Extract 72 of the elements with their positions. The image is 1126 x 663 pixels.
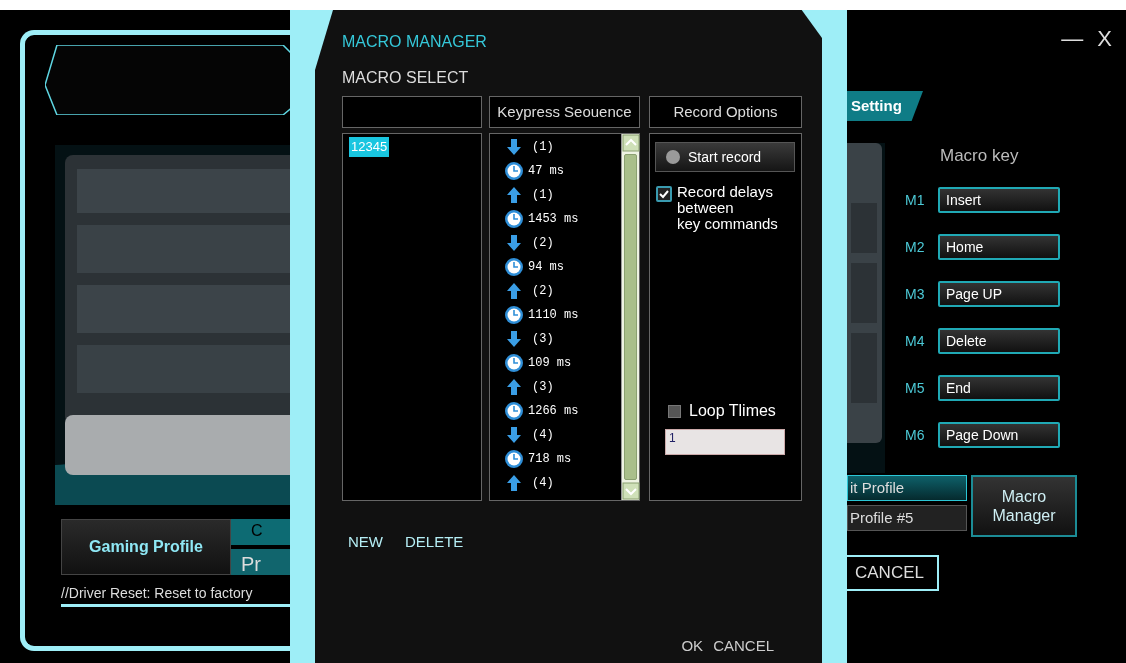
sequence-entry: 1110 ms <box>528 307 579 324</box>
ok-button[interactable]: OK <box>681 634 704 657</box>
macro-slot-label: M6 <box>905 425 926 445</box>
checkbox-label: Record delays between key commands <box>677 184 778 232</box>
checkbox-label: Loop Tlimes <box>689 401 776 422</box>
macro-slot-label: M4 <box>905 331 926 351</box>
down-arrow-icon <box>506 139 522 155</box>
sequence-entry: (1) <box>532 139 554 156</box>
sequence-entry: 109 ms <box>528 355 572 372</box>
macro-key-button[interactable]: Page UP <box>938 281 1060 307</box>
scroll-down-button[interactable] <box>622 482 640 500</box>
up-arrow-icon <box>506 283 522 299</box>
cancel-button[interactable]: CANCEL <box>847 555 939 591</box>
loop-count-field[interactable]: 1 <box>665 429 785 456</box>
new-button[interactable]: NEW <box>348 531 383 554</box>
macro-slot-label: M2 <box>905 237 926 257</box>
dialog-title: MACRO MANAGER <box>342 32 488 52</box>
sequence-entry: (4) <box>532 427 554 444</box>
sequence-entry: 718 ms <box>528 451 572 468</box>
scroll-thumb[interactable] <box>624 154 637 480</box>
column-header: Record Options <box>649 96 802 128</box>
up-arrow-icon <box>506 379 522 395</box>
clock-icon <box>504 209 524 229</box>
sequence-entry: (1) <box>532 187 554 204</box>
macro-slot-label: M1 <box>905 190 926 210</box>
checkbox[interactable] <box>668 404 681 418</box>
macro-key-button[interactable]: End <box>938 375 1060 401</box>
clock-icon <box>504 353 524 373</box>
down-arrow-icon <box>506 427 522 443</box>
delete-button[interactable]: DELETE <box>405 531 464 554</box>
sequence-entry: 94 ms <box>528 259 564 276</box>
minimize-button[interactable]: — <box>1061 22 1084 55</box>
macro-key-button[interactable]: Page Down <box>938 422 1060 448</box>
sequence-entry: (3) <box>532 331 554 348</box>
cancel-button[interactable]: CANCEL <box>713 634 774 657</box>
clock-icon <box>504 257 524 277</box>
clock-icon <box>504 401 524 421</box>
sequence-entry: (2) <box>532 283 554 300</box>
macro-key-button[interactable]: Home <box>938 234 1060 260</box>
sequence-entry: (3) <box>532 379 554 396</box>
sequence-entry: (4) <box>532 475 554 492</box>
up-arrow-icon <box>506 475 522 491</box>
scroll-up-button[interactable] <box>622 134 640 152</box>
macro-key-button[interactable]: Delete <box>938 328 1060 354</box>
scrollbar[interactable] <box>621 134 639 500</box>
section-title: MACRO SELECT <box>342 68 470 88</box>
macro-slot-label: M5 <box>905 378 926 398</box>
start-record-button[interactable]: Start record <box>655 142 795 172</box>
sequence-entry: 47 ms <box>528 163 564 180</box>
down-arrow-icon <box>506 331 522 347</box>
clock-icon <box>504 161 524 181</box>
macro-slot-label: M3 <box>905 284 926 304</box>
sequence-entry: 1453 ms <box>528 211 579 228</box>
close-button[interactable]: X <box>1097 22 1112 55</box>
profile-tab[interactable]: Pr <box>231 549 290 575</box>
setting-tab[interactable]: Setting <box>847 91 923 121</box>
clock-icon <box>504 305 524 325</box>
record-dot-icon <box>666 150 680 164</box>
checkbox[interactable] <box>656 186 672 202</box>
down-arrow-icon <box>506 235 522 251</box>
up-arrow-icon <box>506 187 522 203</box>
profile-button[interactable]: it Profile <box>847 475 967 501</box>
macro-key-title: Macro key <box>940 145 1020 167</box>
sequence-entry: 1266 ms <box>528 403 579 420</box>
profile-button[interactable]: Gaming Profile <box>61 519 231 575</box>
sequence-entry: (2) <box>532 235 554 252</box>
clock-icon <box>504 449 524 469</box>
profile-button[interactable]: Profile #5 <box>847 505 967 531</box>
macro-manager-button[interactable]: Macro Manager <box>971 475 1077 537</box>
macro-key-button[interactable]: Insert <box>938 187 1060 213</box>
check-icon <box>658 188 670 200</box>
column-header: Keypress Seouence <box>489 96 640 128</box>
